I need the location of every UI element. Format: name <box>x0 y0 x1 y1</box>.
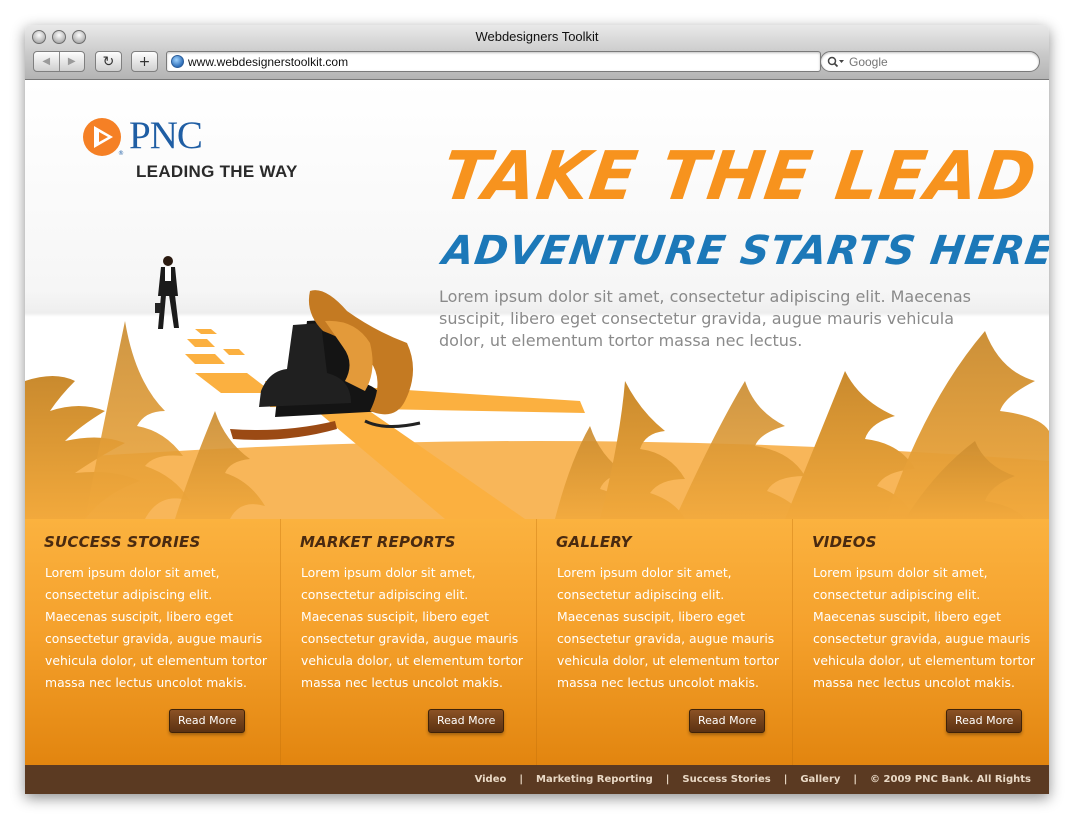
hero-banner: ® PNC LEADING THE WAY Take the Lead Adve… <box>25 81 1049 519</box>
footer-link-marketing-reporting[interactable]: Marketing Reporting <box>536 774 653 785</box>
pnc-logo-mark-icon <box>83 118 121 156</box>
back-arrow-icon[interactable]: ◀ <box>34 52 60 71</box>
feature-videos: Videos Lorem ipsum dolor sit amet, conse… <box>793 519 1049 765</box>
globe-icon <box>171 55 184 68</box>
plus-icon: + <box>138 53 151 70</box>
browser-toolbar: Webdesigners Toolkit ◀ ▶ ↻ + www.webdesi… <box>25 25 1049 80</box>
logo-tagline: LEADING THE WAY <box>136 162 298 181</box>
hero-subheadline: Adventure Starts Here <box>439 228 1049 274</box>
footer-link-gallery[interactable]: Gallery <box>800 774 840 785</box>
feature-market-reports: Market Reports Lorem ipsum dolor sit ame… <box>281 519 537 765</box>
address-bar[interactable]: www.webdesignerstoolkit.com ▴ <box>166 51 832 72</box>
feature-title: Success Stories <box>44 533 201 551</box>
read-more-button[interactable]: Read More <box>946 709 1023 733</box>
hero-headline: Take the Lead <box>437 137 1042 215</box>
footer-separator: | <box>519 774 524 785</box>
footer-link-success-stories[interactable]: Success Stories <box>682 774 770 785</box>
feature-title: Gallery <box>556 533 632 551</box>
feature-title: Videos <box>812 533 877 551</box>
footer-separator: | <box>783 774 788 785</box>
feature-title: Market Reports <box>300 533 456 551</box>
feature-columns: Success Stories Lorem ipsum dolor sit am… <box>25 519 1049 765</box>
businessman-figure <box>155 256 179 329</box>
registered-mark: ® <box>118 150 124 157</box>
logo-wordmark: PNC <box>129 114 203 157</box>
feature-text: Lorem ipsum dolor sit amet, consectetur … <box>813 565 1036 690</box>
read-more-button[interactable]: Read More <box>689 709 766 733</box>
footer-link-video[interactable]: Video <box>475 774 507 785</box>
forward-arrow-icon[interactable]: ▶ <box>60 52 85 71</box>
read-more-button[interactable]: Read More <box>169 709 246 733</box>
reload-button[interactable]: ↻ <box>95 51 122 72</box>
back-forward-buttons: ◀ ▶ <box>33 51 85 72</box>
search-field[interactable] <box>820 51 1040 72</box>
web-page: ® PNC LEADING THE WAY Take the Lead Adve… <box>25 81 1049 794</box>
browser-window: Webdesigners Toolkit ◀ ▶ ↻ + www.webdesi… <box>25 25 1049 794</box>
hero-intro-text: Lorem ipsum dolor sit amet, consectetur … <box>439 287 971 350</box>
feature-success-stories: Success Stories Lorem ipsum dolor sit am… <box>25 519 281 765</box>
search-input[interactable] <box>849 54 999 69</box>
feature-gallery: Gallery Lorem ipsum dolor sit amet, cons… <box>537 519 793 765</box>
feature-text: Lorem ipsum dolor sit amet, consectetur … <box>557 565 780 690</box>
read-more-button[interactable]: Read More <box>428 709 505 733</box>
address-text[interactable]: www.webdesignerstoolkit.com <box>188 55 348 69</box>
fern-right <box>555 331 1049 519</box>
add-bookmark-button[interactable]: + <box>131 51 158 72</box>
reload-icon: ↻ <box>102 53 115 70</box>
footer-copyright: © 2009 PNC Bank. All Rights <box>870 774 1031 785</box>
footer-separator: | <box>665 774 670 785</box>
footer-bar: Video | Marketing Reporting | Success St… <box>25 765 1049 794</box>
magnifier-icon <box>827 56 844 67</box>
feature-text: Lorem ipsum dolor sit amet, consectetur … <box>45 565 268 690</box>
feature-text: Lorem ipsum dolor sit amet, consectetur … <box>301 565 524 690</box>
window-title: Webdesigners Toolkit <box>475 29 599 44</box>
footer-separator: | <box>853 774 858 785</box>
